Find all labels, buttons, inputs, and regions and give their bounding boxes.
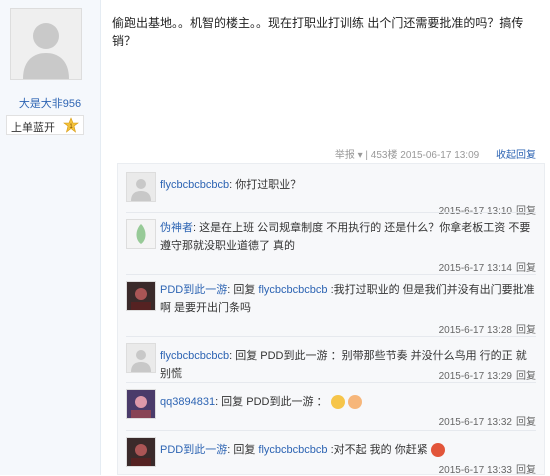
reply-time: 2015-6-17 13:32 回复 [438,417,536,428]
reply-user[interactable]: flycbcbcbcbcb [160,350,229,362]
reply-time: 2015-6-17 13:28 回复 [438,325,536,336]
face-emoji-icon [430,443,445,458]
reply-text: PDD到此一游: 回复 flycbcbcbcbcb :我打过职业的 但是我们并没… [160,284,535,314]
reply-user[interactable]: 伪神者 [160,222,193,234]
avatar[interactable] [126,219,156,249]
level-badge[interactable]: 上单蓝开 1 [6,115,84,135]
reply-button[interactable]: 回复 [516,465,536,476]
avatar[interactable] [126,281,156,311]
divider [126,382,536,383]
reply-user[interactable]: PDD到此一游 [160,444,227,456]
post-meta: 举报 ▾ | 453楼 2015-06-17 13:09 收起回复 [335,146,536,161]
reply-time: 2015-6-17 13:33 回复 [438,465,536,476]
reply-time: 2015-6-17 13:29 回复 [438,371,536,382]
reply-text: flycbcbcbcbcb: 你打过职业？ [160,179,302,191]
star-icon: 1 [63,117,79,133]
author-name[interactable]: 大是大非956 [0,95,100,111]
reply-list: flycbcbcbcbcb: 你打过职业？ 2015-6-17 13:10回复 … [117,163,545,476]
reply-user[interactable]: qq3894831 [160,396,215,408]
reply-text: 伪神者: 这是在上班 公司规章制度 不用执行的 还是什么？你拿老板工资 不要遵守… [160,222,531,252]
author-avatar[interactable] [10,8,82,80]
reply-time: 2015-6-17 13:14 回复 [438,263,536,274]
avatar[interactable] [126,172,156,202]
collapse-replies-link[interactable]: 收起回复 [496,150,536,161]
reply-user[interactable]: PDD到此一游 [160,284,227,296]
avatar[interactable] [126,437,156,467]
divider [126,336,536,337]
reply-text: PDD到此一游: 回复 flycbcbcbcbcb :对不起 我的 你赶紧 [160,441,536,459]
thumbs-up-emoji-icon [347,395,362,410]
post-content: 偷跑出基地。。机智的楼主。。现在打职业打训练 出个门还需要批准的吗？搞传销？ [112,16,524,48]
divider [126,274,536,275]
reply-time: 2015-6-17 13:10回复 [439,202,536,217]
reply-user[interactable]: flycbcbcbcbcb [160,179,229,191]
divider [126,430,536,431]
reply-button[interactable]: 回复 [516,263,536,274]
divider [126,212,536,213]
reply-button[interactable]: 回复 [516,325,536,336]
avatar[interactable] [126,343,156,373]
level-label: 上单蓝开 [11,122,55,134]
reply-text: qq3894831: 回复 PDD到此一游 ： [160,393,536,411]
reply-button[interactable]: 回复 [516,417,536,428]
smile-emoji-icon [330,395,345,410]
reply-target[interactable]: flycbcbcbcbcb [258,444,327,456]
reply-button[interactable]: 回复 [516,371,536,382]
reply-target[interactable]: flycbcbcbcbcb [258,284,327,296]
avatar[interactable] [126,389,156,419]
author-sidebar: 大是大非956 上单蓝开 1 [0,0,101,475]
post-info: 举报 ▾ | 453楼 2015-06-17 13:09 [334,150,480,161]
